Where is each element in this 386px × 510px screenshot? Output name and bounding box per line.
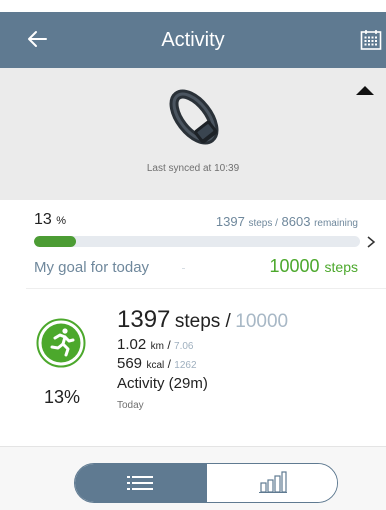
- running-person-icon: [36, 318, 86, 368]
- goal-label: My goal for today: [34, 259, 150, 276]
- calendar-button[interactable]: [359, 28, 383, 52]
- remaining-count: 8603: [281, 214, 311, 229]
- summary-day: Today: [117, 400, 144, 411]
- divider-dot: [182, 268, 185, 269]
- summary-steps-value: 1397: [117, 306, 171, 333]
- separator: /: [164, 338, 175, 352]
- fitness-band-icon: [169, 89, 219, 145]
- steps-count: 1397: [215, 214, 245, 229]
- calories-unit: kcal: [146, 360, 165, 371]
- progress-bar-fill: [34, 236, 77, 247]
- bar-chart-icon: [259, 471, 287, 493]
- distance-target: 7.06: [174, 341, 194, 352]
- status-bar: [0, 0, 386, 12]
- steps-remaining: 1397 steps / 8603 remaining: [216, 214, 358, 229]
- calories-value: 569: [117, 355, 143, 372]
- progress-bar: [34, 236, 360, 247]
- device-panel: Last synced at 10:39: [0, 68, 386, 200]
- goal-number: 10000: [269, 256, 320, 276]
- summary-distance: 1.02 km / 7.06: [117, 336, 193, 354]
- list-view-button[interactable]: [75, 464, 207, 502]
- collapse-triangle-icon[interactable]: [356, 86, 374, 95]
- percent-unit: %: [56, 215, 67, 227]
- summary-steps-goal: 10000: [235, 311, 289, 332]
- view-toggle: [74, 463, 338, 503]
- sync-status: Last synced at 10:39: [146, 163, 240, 174]
- app-header: Activity: [0, 12, 386, 68]
- goal-value: 10000 steps: [269, 256, 358, 277]
- list-icon: [127, 476, 153, 490]
- calories-target: 1262: [174, 360, 197, 371]
- percent-value: 13: [34, 211, 52, 228]
- steps-label: steps /: [248, 218, 278, 229]
- bottom-panel: [0, 447, 386, 510]
- chevron-right-icon[interactable]: [366, 235, 376, 249]
- summary-steps: 1397 steps / 10000: [117, 306, 288, 334]
- distance-unit: km: [150, 341, 164, 352]
- distance-value: 1.02: [117, 336, 147, 353]
- remaining-label: remaining: [314, 218, 358, 229]
- separator: /: [164, 357, 175, 371]
- goal-unit: steps: [324, 259, 358, 275]
- page-title: Activity: [161, 29, 225, 51]
- progress-percent: 13 %: [34, 211, 66, 229]
- summary-percent: 13%: [44, 387, 81, 407]
- chart-view-button[interactable]: [207, 464, 337, 502]
- activity-duration: Activity (29m): [117, 375, 208, 392]
- calendar-icon: [360, 30, 382, 50]
- divider: [26, 288, 386, 289]
- summary-calories: 569 kcal / 1262: [117, 355, 197, 373]
- summary-steps-unit: steps /: [174, 311, 231, 332]
